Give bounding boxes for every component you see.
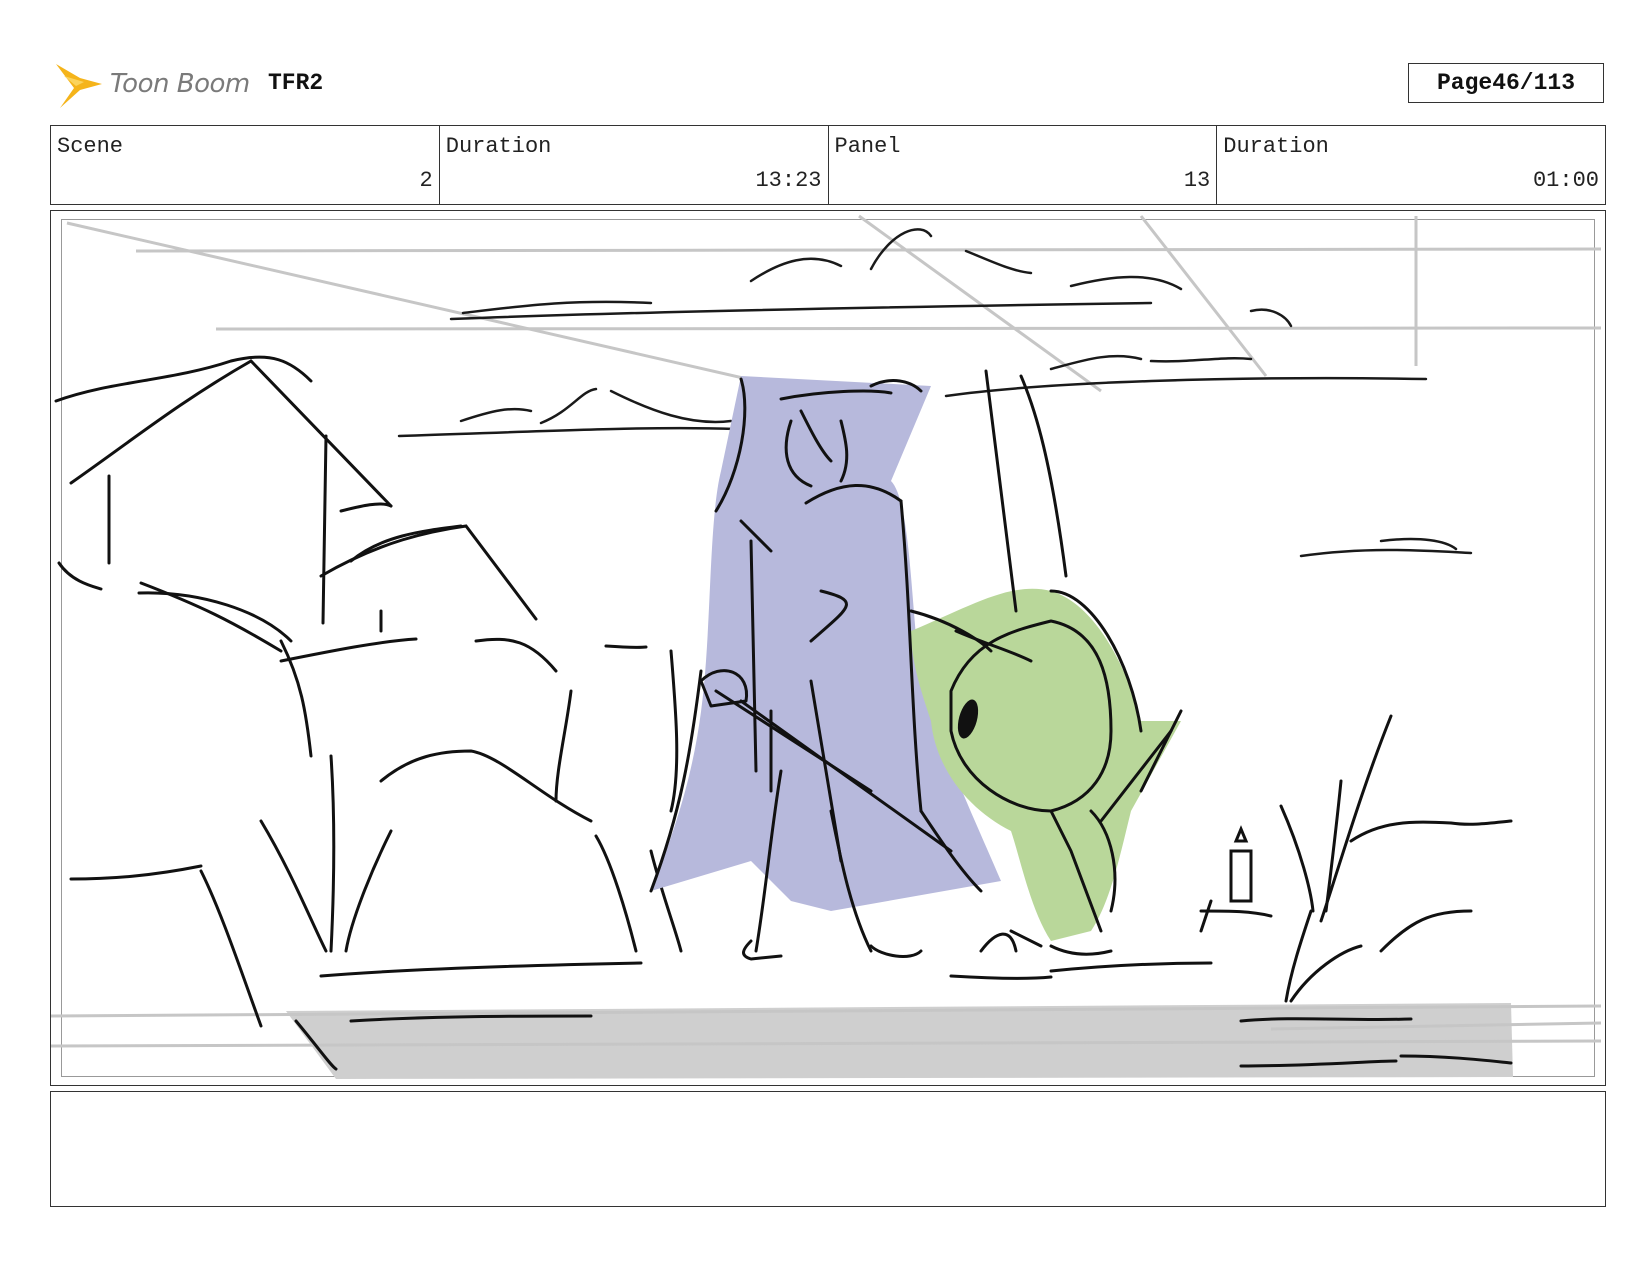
scene-cell: Scene 2	[51, 126, 440, 204]
notes-box	[50, 1091, 1606, 1207]
info-row: Scene 2 Duration 13:23 Panel 13 Duration…	[50, 125, 1606, 205]
panel-value: 13	[1183, 168, 1211, 193]
scene-value: 2	[419, 168, 433, 193]
storyboard-panel	[50, 210, 1606, 1086]
panel-duration-label: Duration	[1223, 134, 1329, 159]
page-label: Page	[1436, 70, 1493, 96]
scene-duration-label: Duration	[445, 134, 552, 159]
scene-label: Scene	[57, 134, 124, 159]
page-indicator: Page 46/113	[1408, 63, 1604, 103]
logo-text: Toon Boom	[110, 69, 250, 99]
panel-label: Panel	[834, 134, 901, 159]
panel-sketch	[51, 214, 1602, 1079]
panel-cell: Panel 13	[829, 126, 1218, 204]
panel-duration-cell: Duration 01:00	[1217, 126, 1605, 204]
project-name: TFR2	[268, 70, 324, 96]
toon-boom-logo: Toon Boom	[54, 56, 250, 112]
page-number: 46/113	[1492, 70, 1576, 96]
clouds	[397, 228, 1473, 558]
mountains-left	[54, 355, 683, 1071]
star-burst-icon	[56, 64, 102, 108]
panel-duration-value: 01:00	[1532, 168, 1599, 193]
scene-duration-cell: Duration 13:23	[440, 126, 829, 204]
scene-duration-value: 13:23	[755, 168, 822, 193]
